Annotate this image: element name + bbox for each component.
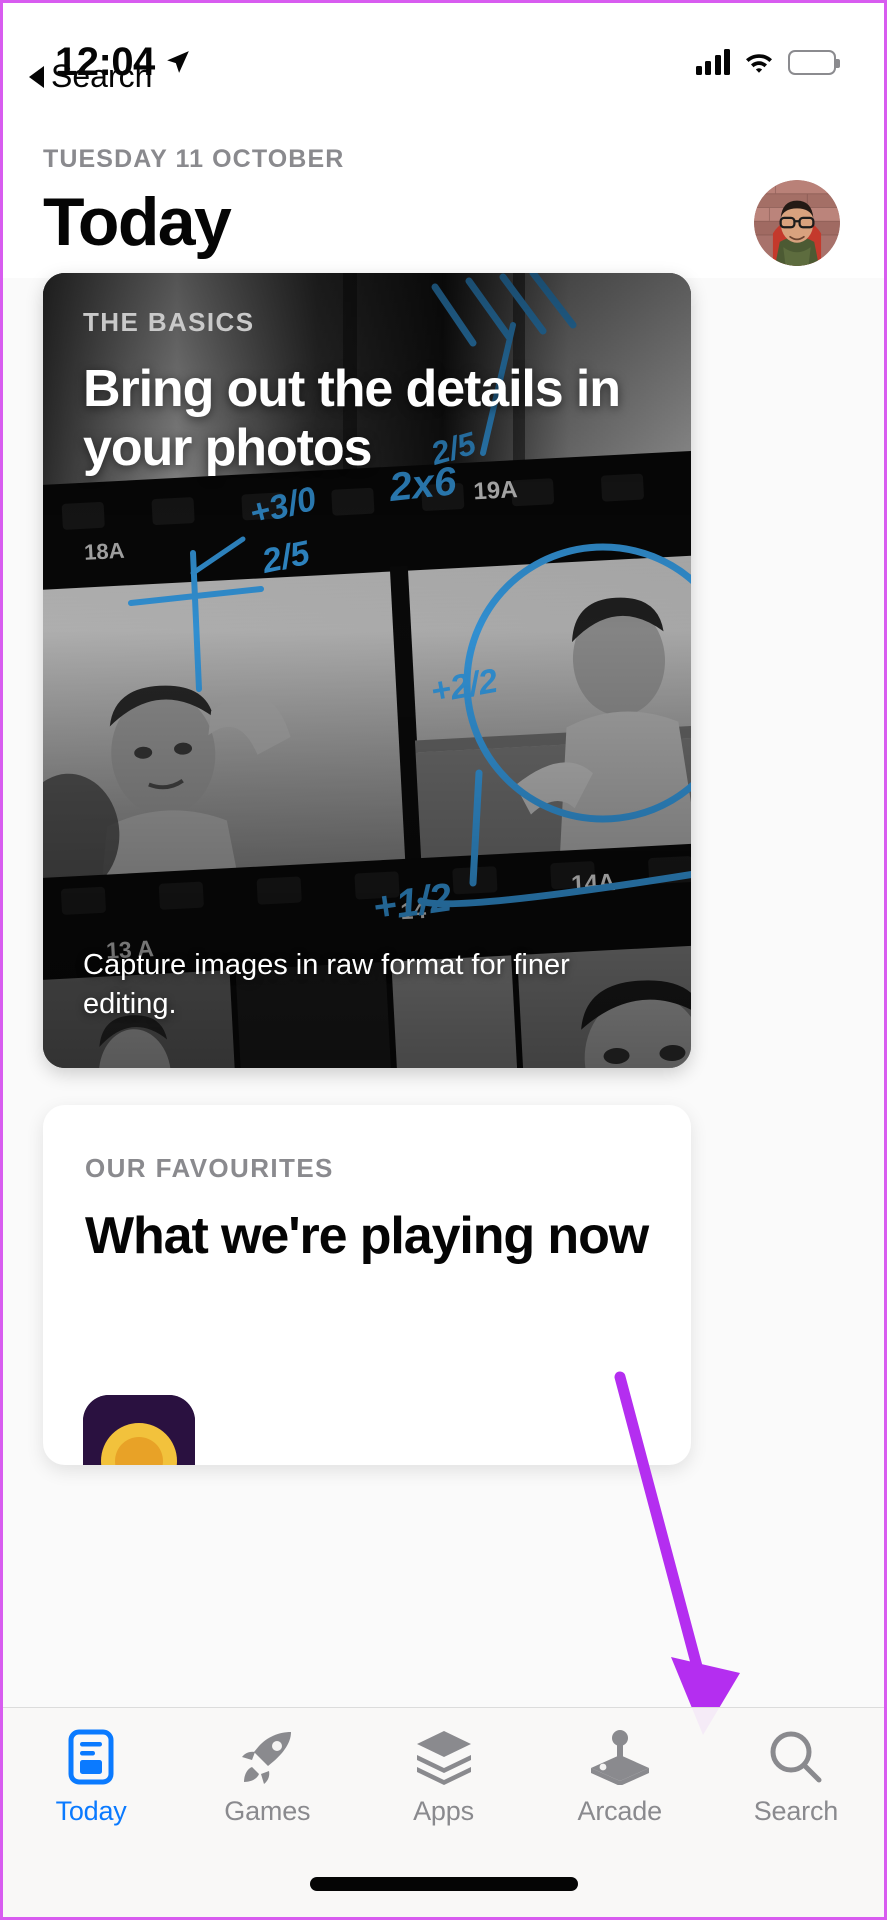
tab-search[interactable]: Search [708, 1726, 884, 1827]
back-to-search-link[interactable]: Search [29, 58, 152, 95]
hero-caption: Capture images in raw format for finer e… [83, 948, 570, 1020]
avatar-photo [754, 180, 840, 266]
today-header: TUESDAY 11 OCTOBER Today [3, 95, 884, 278]
phone-screen: 12:04 Search TUESDAY 11 OCTOBER Today TH… [0, 0, 887, 1920]
tab-today[interactable]: Today [3, 1726, 179, 1827]
joystick-icon [589, 1726, 651, 1788]
favourites-title: What we're playing now [85, 1207, 649, 1265]
title-row: Today [43, 180, 844, 266]
tab-arcade-label: Arcade [577, 1796, 663, 1826]
location-arrow-icon [166, 51, 189, 73]
tab-apps-label: Apps [413, 1796, 474, 1826]
avatar[interactable] [754, 180, 840, 266]
home-indicator[interactable] [309, 1877, 578, 1891]
status-bar-right [695, 49, 845, 75]
date-label: TUESDAY 11 OCTOBER [43, 145, 345, 173]
hero-eyebrow: THE BASICS [83, 307, 255, 337]
hero-text-block: THE BASICS Bring out the details in your… [83, 307, 651, 478]
stacked-squares-icon [414, 1726, 474, 1788]
rocket-icon [238, 1726, 296, 1788]
hero-title: Bring out the details in your photos [83, 360, 621, 477]
magnifier-icon [768, 1726, 824, 1788]
tab-games-label: Games [224, 1796, 311, 1826]
page-title: Today [43, 184, 232, 261]
tab-arcade[interactable]: Arcade [532, 1726, 708, 1827]
story-card-our-favourites[interactable]: OUR FAVOURITES What we're playing now [43, 1105, 691, 1465]
cellular-signal-icon [695, 49, 730, 75]
tab-apps[interactable]: Apps [355, 1726, 531, 1827]
app-icon-artwork [83, 1395, 195, 1465]
back-caret-icon [29, 65, 44, 88]
today-feed-scroll[interactable]: TUESDAY 11 OCTOBER Today THE BASICS Brin… [3, 95, 884, 1917]
today-card-icon [68, 1726, 114, 1788]
tab-games[interactable]: Games [179, 1726, 355, 1827]
battery-icon [788, 49, 840, 75]
story-card-the-basics[interactable]: 18A 19A [43, 273, 691, 1068]
wifi-icon [746, 54, 772, 73]
favourites-eyebrow: OUR FAVOURITES [85, 1153, 334, 1183]
tab-today-label: Today [55, 1796, 127, 1826]
app-icon-thumbnail[interactable] [83, 1395, 195, 1465]
back-link-label: Search [51, 58, 153, 94]
tab-search-label: Search [753, 1796, 839, 1826]
